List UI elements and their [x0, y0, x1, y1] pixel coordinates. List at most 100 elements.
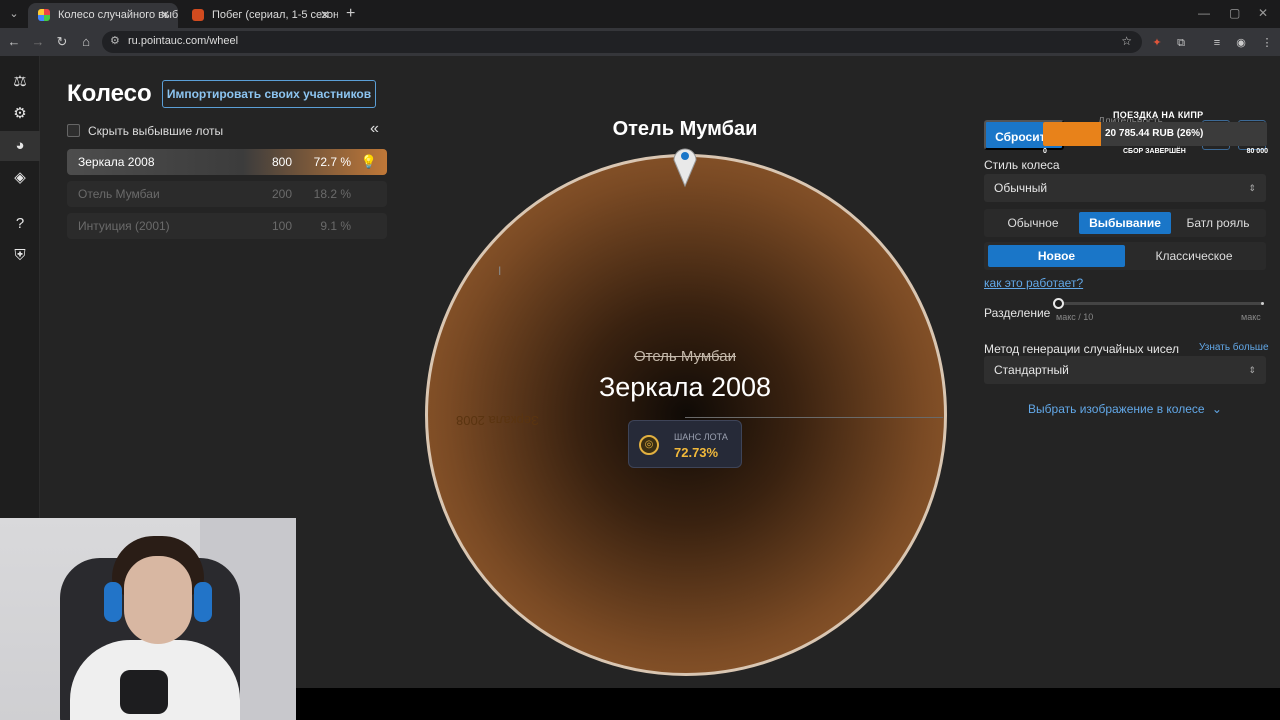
page-title: Колесо: [67, 80, 152, 107]
split-slider-knob[interactable]: [1053, 298, 1064, 309]
bookmark-star-icon[interactable]: ☆: [1121, 34, 1132, 48]
site-info-icon[interactable]: ⚙: [110, 34, 120, 47]
new-tab-icon[interactable]: +: [346, 4, 355, 24]
import-participants-button[interactable]: Импортировать своих участников: [162, 80, 376, 108]
lot-percent: 9.1 %: [320, 219, 351, 233]
browser-menu-icon[interactable]: ⋮: [1258, 34, 1276, 52]
wheel-segment-divider: [685, 417, 943, 418]
elimination-variant-toggle: Новое Классическое: [984, 242, 1266, 270]
extension-leaf-icon[interactable]: ✦: [1148, 34, 1166, 52]
tab-strip: ⌄ Колесо случайного выбора – П ✕ Побег (…: [0, 0, 1280, 28]
donation-progress-bar: 20 785.44 RUB (26%): [1043, 122, 1267, 146]
forward-icon[interactable]: →: [28, 32, 48, 52]
hide-eliminated-label: Скрыть выбывшие лоты: [88, 124, 224, 138]
tab-wheel[interactable]: Колесо случайного выбора – П ✕: [28, 3, 178, 28]
microphone-icon: [120, 670, 168, 714]
wheel-pie-icon[interactable]: ◕: [0, 131, 40, 161]
split-label: Разделение: [984, 306, 1051, 320]
extensions-puzzle-icon[interactable]: ⧉: [1172, 34, 1190, 52]
wheel-style-select[interactable]: Обычный ⇕: [984, 174, 1266, 202]
select-chevron-icon: ⇕: [1248, 183, 1256, 193]
mode-battle-royale[interactable]: Батл рояль: [1174, 212, 1262, 234]
auction-gavel-icon[interactable]: ⚖: [10, 72, 30, 92]
wheel-segment-label: Зеркала 2008: [456, 413, 539, 428]
back-icon[interactable]: ←: [4, 32, 24, 52]
checkbox-box[interactable]: [67, 124, 80, 137]
browser-toolbar: ← → ↻ ⌂ ⚙ ru.pointauc.com/wheel ☆: [0, 28, 1280, 56]
minimize-icon[interactable]: —: [1198, 4, 1210, 22]
headphones-icon: [194, 582, 212, 622]
window-close-icon[interactable]: ✕: [1258, 4, 1268, 22]
wheel-mode-toggle: Обычное Выбывание Батл рояль: [984, 209, 1266, 237]
lot-row-eliminated[interactable]: Отель Мумбаи 200 18.2 %: [67, 181, 387, 207]
donation-amount: 20 785.44 RUB (26%): [1105, 128, 1204, 139]
letterbox-bar: [296, 688, 1280, 720]
rng-method-value: Стандартный: [994, 363, 1069, 377]
profile-avatar-icon[interactable]: ◉: [1232, 34, 1250, 52]
settings-gear-icon[interactable]: ⚙: [10, 104, 30, 124]
split-max-hint: макс: [1241, 312, 1261, 322]
choose-wheel-image-label: Выбрать изображение в колесе: [1028, 402, 1205, 416]
kinopoisk-favicon-icon: [192, 9, 204, 21]
hide-eliminated-checkbox[interactable]: Скрыть выбывшие лоты: [67, 124, 223, 138]
how-it-works-link[interactable]: как это работает?: [984, 276, 1083, 290]
webcam-overlay: [0, 518, 296, 720]
url-text[interactable]: ru.pointauc.com/wheel: [128, 35, 238, 47]
donation-progress-fill: [1043, 122, 1102, 146]
donation-min: 0: [1043, 148, 1047, 155]
choose-wheel-image-button[interactable]: Выбрать изображение в колесе ⌄: [984, 402, 1266, 416]
help-question-icon[interactable]: ?: [10, 214, 30, 234]
split-slider[interactable]: [1053, 298, 1264, 309]
wheel-pointer-icon: [673, 148, 697, 188]
donation-goal-title: ПОЕЗДКА НА КИПР: [1113, 110, 1204, 120]
mode-normal[interactable]: Обычное: [988, 212, 1078, 234]
chevron-down-icon: ⌄: [1211, 402, 1222, 416]
shield-check-icon[interactable]: ⛨: [10, 246, 30, 266]
donation-status: СБОР ЗАВЕРШЁН: [1123, 148, 1186, 155]
tab-search-icon[interactable]: ⌄: [4, 4, 24, 24]
text-cursor-icon: I: [498, 264, 502, 278]
previous-winner: Отель Мумбаи: [633, 348, 737, 365]
variant-new[interactable]: Новое: [988, 245, 1125, 267]
learn-more-link[interactable]: Узнать больше: [1199, 342, 1269, 353]
lot-amount: 800: [271, 155, 292, 169]
donation-goal-widget: ПОЕЗДКА НА КИПР 20 785.44 RUB (26%) 0 СБ…: [1043, 108, 1268, 158]
rng-label: Метод генерации случайных чисел: [984, 342, 1180, 356]
lot-amount: 100: [271, 219, 292, 233]
reload-icon[interactable]: ↻: [52, 32, 72, 52]
close-tab-icon[interactable]: ✕: [160, 3, 170, 27]
split-min-hint: макс / 10: [1056, 312, 1094, 322]
media-queue-icon[interactable]: ≡: [1208, 34, 1226, 52]
maximize-icon[interactable]: ▢: [1229, 4, 1240, 22]
chance-label: ШАНС ЛОТА: [674, 432, 728, 442]
lot-row-eliminated[interactable]: Интуиция (2001) 100 9.1 %: [67, 213, 387, 239]
lot-name: Отель Мумбаи: [78, 187, 160, 201]
wheel-winner-title: Отель Мумбаи: [612, 118, 758, 140]
lot-percent: 18.2 %: [313, 187, 351, 201]
split-slider-end: [1261, 302, 1264, 305]
lot-chance-card: ◎ ШАНС ЛОТА 72.73%: [628, 420, 742, 468]
lot-percent: 72.7 %: [313, 155, 351, 169]
select-chevron-icon: ⇕: [1248, 365, 1256, 375]
lot-amount: 200: [271, 187, 292, 201]
rng-method-select[interactable]: Стандартный ⇕: [984, 356, 1266, 384]
lightbulb-icon[interactable]: 💡: [361, 149, 377, 175]
webcam-person-face: [124, 556, 192, 644]
mode-elimination[interactable]: Выбывание: [1079, 212, 1171, 234]
home-icon[interactable]: ⌂: [76, 32, 96, 52]
lot-name: Зеркала 2008: [78, 155, 155, 169]
headphones-icon: [104, 582, 122, 622]
tab-series[interactable]: Побег (сериал, 1-5 сезоны, во ✕: [182, 3, 338, 28]
close-tab-icon[interactable]: ✕: [320, 3, 330, 27]
layers-icon[interactable]: ◈: [10, 168, 30, 188]
lot-row-active[interactable]: Зеркала 2008 800 72.7 % 💡: [67, 149, 387, 175]
wheel-style-label: Стиль колеса: [984, 158, 1060, 172]
target-icon: ◎: [639, 435, 659, 455]
lot-name: Интуиция (2001): [78, 219, 170, 233]
current-winner: Зеркала 2008: [598, 372, 772, 402]
collapse-panel-icon[interactable]: «: [370, 120, 379, 138]
wheel-style-value: Обычный: [994, 181, 1048, 195]
variant-classic[interactable]: Классическое: [1126, 245, 1262, 267]
address-bar[interactable]: ⚙ ru.pointauc.com/wheel ☆: [102, 31, 1142, 53]
wheel-favicon-icon: [38, 9, 50, 21]
